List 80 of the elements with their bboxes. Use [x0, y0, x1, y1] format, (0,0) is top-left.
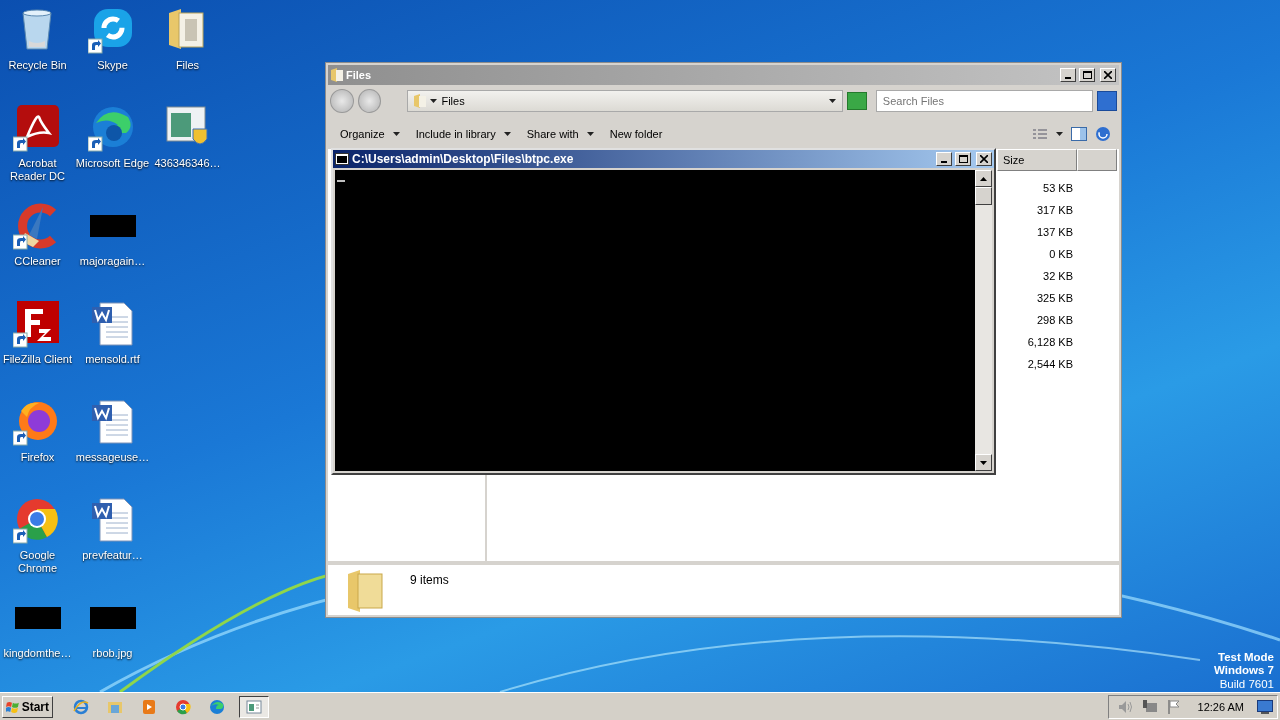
file-size: 6,128 KB — [1026, 335, 1073, 350]
console-icon — [335, 153, 349, 165]
window-title: C:\Users\admin\Desktop\Files\btpc.exe — [352, 152, 575, 166]
close-icon — [980, 155, 988, 163]
file-size: 325 KB — [1035, 291, 1073, 306]
file-size: 298 KB — [1035, 313, 1073, 328]
play-icon — [141, 698, 157, 715]
file-size: 32 KB — [1042, 269, 1073, 284]
system-notice: Build 7601 — [1219, 677, 1274, 691]
taskbar-app-button[interactable] — [239, 695, 269, 718]
scroll-up-button[interactable] — [975, 170, 992, 187]
caret-icon — [829, 99, 837, 103]
system-notice: Test Mode — [1218, 650, 1274, 664]
close-button[interactable] — [976, 152, 992, 166]
icon-label[interactable]: FileZilla Client — [0, 353, 75, 366]
icon-label[interactable]: CCleaner — [0, 255, 75, 268]
down-arrow-icon — [980, 460, 987, 465]
icon-label[interactable]: kingdomthe… — [0, 647, 75, 660]
toolbar-button[interactable]: New folder — [601, 123, 671, 145]
minimize-button[interactable] — [936, 152, 952, 166]
close-button[interactable] — [1100, 68, 1116, 82]
close-icon — [1104, 71, 1112, 79]
window-title: Files — [346, 69, 373, 81]
icon-label[interactable]: Firefox — [0, 451, 75, 464]
pane-icon — [1071, 127, 1087, 141]
browser-icon — [175, 698, 191, 715]
file-size: 317 KB — [1035, 203, 1073, 218]
folder-icon — [346, 568, 386, 612]
folder-icon — [414, 94, 427, 108]
caret-icon — [503, 132, 511, 136]
icon-label[interactable]: rbob.jpg — [75, 647, 150, 660]
icon-label[interactable]: majoragain… — [75, 255, 150, 268]
toolbar-button[interactable]: Include in library — [407, 123, 519, 145]
browser-icon — [73, 698, 89, 715]
minimize-button[interactable] — [1060, 68, 1076, 82]
system-notice: Windows 7 — [1214, 664, 1274, 678]
address-bar[interactable]: Files — [407, 90, 844, 112]
icon-label[interactable]: Microsoft Edge — [75, 157, 150, 170]
icon-label[interactable]: prevfeatur… — [75, 549, 150, 562]
flag-icon[interactable] — [1166, 698, 1181, 715]
text-cursor — [337, 180, 345, 182]
window-icon — [246, 698, 262, 715]
up-arrow-icon — [980, 176, 987, 181]
clock[interactable]: 12:26 AM — [1197, 700, 1244, 713]
windows-flag-icon — [6, 699, 20, 714]
icon-label[interactable]: Skype — [75, 59, 150, 72]
icon-label[interactable]: Files — [150, 59, 225, 72]
file-size: 137 KB — [1035, 225, 1073, 240]
icon-label[interactable]: Recycle Bin — [0, 59, 75, 72]
folder-icon — [331, 68, 343, 82]
start-button[interactable]: Start — [2, 695, 53, 718]
column-header[interactable]: Size — [997, 149, 1077, 171]
scroll-thumb[interactable] — [975, 187, 992, 205]
icon-label[interactable]: messageuse… — [75, 451, 150, 464]
monitor-icon[interactable] — [1257, 699, 1273, 714]
icon-label[interactable]: mensold.rtf — [75, 353, 150, 366]
network-icon[interactable] — [1141, 698, 1158, 715]
file-size: 0 KB — [1048, 247, 1073, 262]
item-count: 9 items — [410, 573, 449, 587]
scroll-down-button[interactable] — [975, 454, 992, 471]
caret-icon — [430, 99, 438, 103]
icon-label[interactable]: 436346346… — [150, 157, 225, 170]
browser-icon — [209, 698, 225, 715]
search-field[interactable]: Search Files — [875, 90, 1094, 112]
maximize-button[interactable] — [955, 152, 971, 166]
maximize-icon — [958, 155, 968, 163]
toolbar-button[interactable]: Share with — [518, 123, 602, 145]
list-view-icon — [1033, 128, 1063, 140]
caret-icon — [586, 132, 594, 136]
file-size: 2,544 KB — [1026, 357, 1073, 372]
maximize-button[interactable] — [1079, 68, 1095, 82]
maximize-icon — [1082, 71, 1092, 79]
toolbar-button[interactable]: Organize — [332, 123, 408, 145]
scrollbar[interactable] — [975, 170, 992, 471]
caret-icon — [392, 132, 400, 136]
file-size: 53 KB — [1042, 181, 1073, 196]
icon-label[interactable]: Google Chrome — [0, 549, 75, 575]
icon-label[interactable]: Acrobat Reader DC — [0, 157, 75, 183]
help-icon — [1095, 126, 1111, 142]
column-header[interactable] — [1077, 149, 1117, 171]
